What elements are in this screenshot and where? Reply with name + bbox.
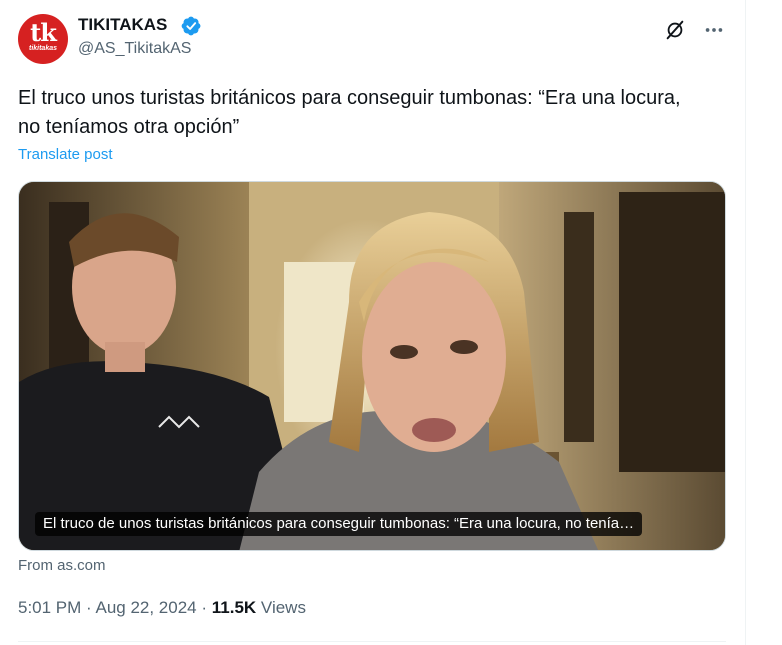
link-card-media[interactable]: El truco de unos turistas británicos par… xyxy=(18,181,726,551)
author-handle[interactable]: @AS_TikitakAS xyxy=(78,40,191,58)
tweet-text: El truco unos turistas británicos para c… xyxy=(18,87,681,138)
card-source-link[interactable]: From as.com xyxy=(18,557,106,574)
timeline-border xyxy=(745,0,746,645)
meta-separator: · xyxy=(196,598,212,617)
author-display-name[interactable]: TIKITAKAS xyxy=(78,15,167,35)
post-time[interactable]: 5:01 PM xyxy=(18,598,81,617)
avatar-logo-text: tk xyxy=(30,18,57,47)
video-thumbnail-image xyxy=(19,182,725,550)
post-metadata: 5:01 PM · Aug 22, 2024 · 11.5K Views xyxy=(18,598,306,618)
card-caption: El truco de unos turistas británicos par… xyxy=(35,512,643,536)
views-label: Views xyxy=(260,598,306,617)
avatar[interactable]: tk tikitakas xyxy=(18,14,68,64)
meta-separator: · xyxy=(81,598,96,617)
translate-post-link[interactable]: Translate post xyxy=(18,146,113,163)
verified-badge-icon xyxy=(181,16,201,36)
divider xyxy=(18,641,726,642)
post-date[interactable]: Aug 22, 2024 xyxy=(95,598,196,617)
grok-icon[interactable] xyxy=(664,19,686,41)
views-count: 11.5K xyxy=(211,598,257,617)
more-options-icon[interactable] xyxy=(703,19,725,41)
avatar-logo-subtext: tikitakas xyxy=(28,45,58,52)
